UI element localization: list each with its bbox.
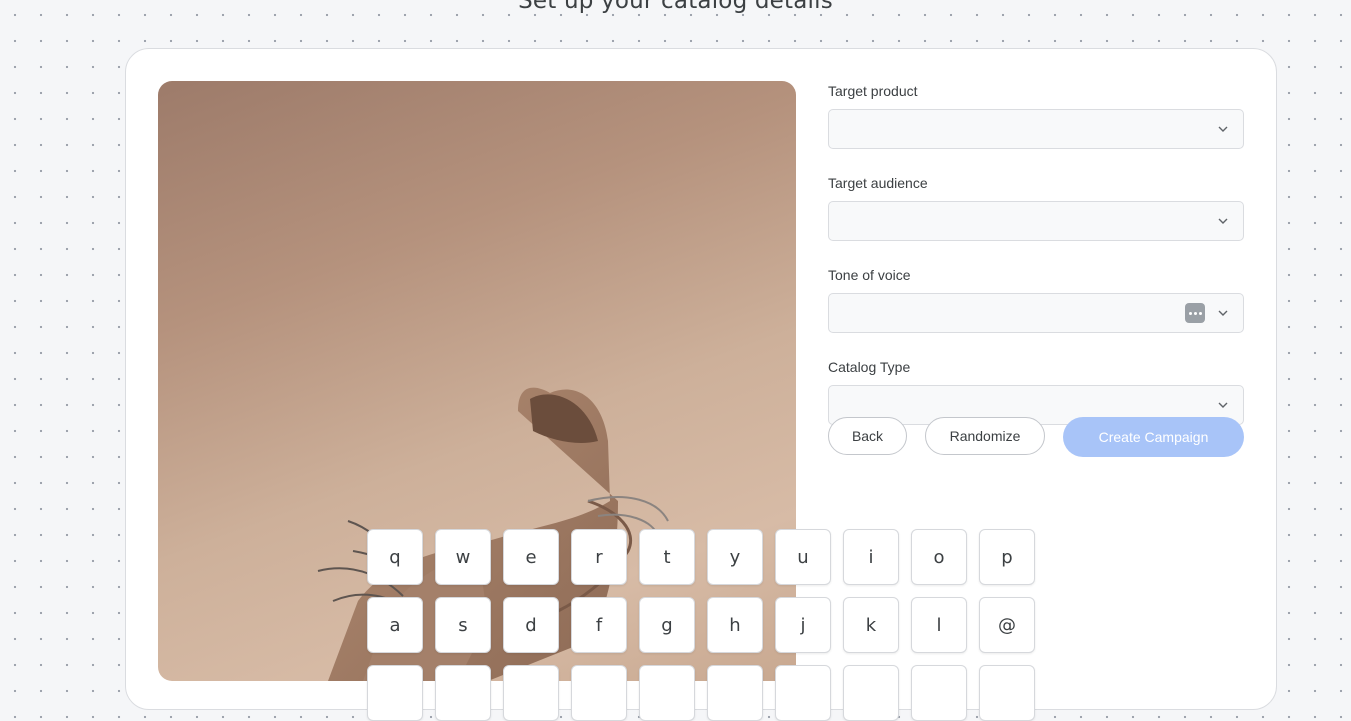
tone-of-voice-select[interactable]	[828, 293, 1244, 333]
target-product-select[interactable]	[828, 109, 1244, 149]
key-row3[interactable]	[707, 665, 763, 721]
target-audience-select[interactable]	[828, 201, 1244, 241]
key-o[interactable]: o	[911, 529, 967, 585]
key-row3[interactable]	[435, 665, 491, 721]
key-s[interactable]: s	[435, 597, 491, 653]
key-l[interactable]: l	[911, 597, 967, 653]
key-row3[interactable]	[843, 665, 899, 721]
form-actions: Back Randomize Create Campaign	[828, 417, 1244, 457]
key-row3[interactable]	[911, 665, 967, 721]
chevron-down-icon	[1218, 402, 1228, 408]
chevron-down-icon	[1218, 126, 1228, 132]
key-i[interactable]: i	[843, 529, 899, 585]
target-audience-label: Target audience	[828, 175, 928, 191]
key-j[interactable]: j	[775, 597, 831, 653]
key-a[interactable]: a	[367, 597, 423, 653]
chevron-down-icon	[1218, 310, 1228, 316]
key-t[interactable]: t	[639, 529, 695, 585]
key-u[interactable]: u	[775, 529, 831, 585]
key-row3[interactable]	[367, 665, 423, 721]
product-image	[158, 81, 796, 681]
tone-of-voice-label: Tone of voice	[828, 267, 911, 283]
key-at[interactable]: @	[979, 597, 1035, 653]
key-d[interactable]: d	[503, 597, 559, 653]
key-f[interactable]: f	[571, 597, 627, 653]
key-p[interactable]: p	[979, 529, 1035, 585]
key-row3[interactable]	[571, 665, 627, 721]
key-q[interactable]: q	[367, 529, 423, 585]
create-campaign-button[interactable]: Create Campaign	[1063, 417, 1244, 457]
key-g[interactable]: g	[639, 597, 695, 653]
key-row3[interactable]	[639, 665, 695, 721]
key-row3[interactable]	[775, 665, 831, 721]
key-row3[interactable]	[503, 665, 559, 721]
chevron-down-icon	[1218, 218, 1228, 224]
target-product-label: Target product	[828, 83, 918, 99]
back-button[interactable]: Back	[828, 417, 907, 455]
key-y[interactable]: y	[707, 529, 763, 585]
key-e[interactable]: e	[503, 529, 559, 585]
more-options-icon[interactable]	[1185, 303, 1205, 323]
catalog-type-label: Catalog Type	[828, 359, 911, 375]
randomize-button[interactable]: Randomize	[925, 417, 1045, 455]
key-w[interactable]: w	[435, 529, 491, 585]
page-title: Set up your catalog details	[518, 0, 833, 14]
key-k[interactable]: k	[843, 597, 899, 653]
key-r[interactable]: r	[571, 529, 627, 585]
key-h[interactable]: h	[707, 597, 763, 653]
catalog-form: Target product Target audience Tone of v…	[828, 81, 1244, 457]
key-row3[interactable]	[979, 665, 1035, 721]
